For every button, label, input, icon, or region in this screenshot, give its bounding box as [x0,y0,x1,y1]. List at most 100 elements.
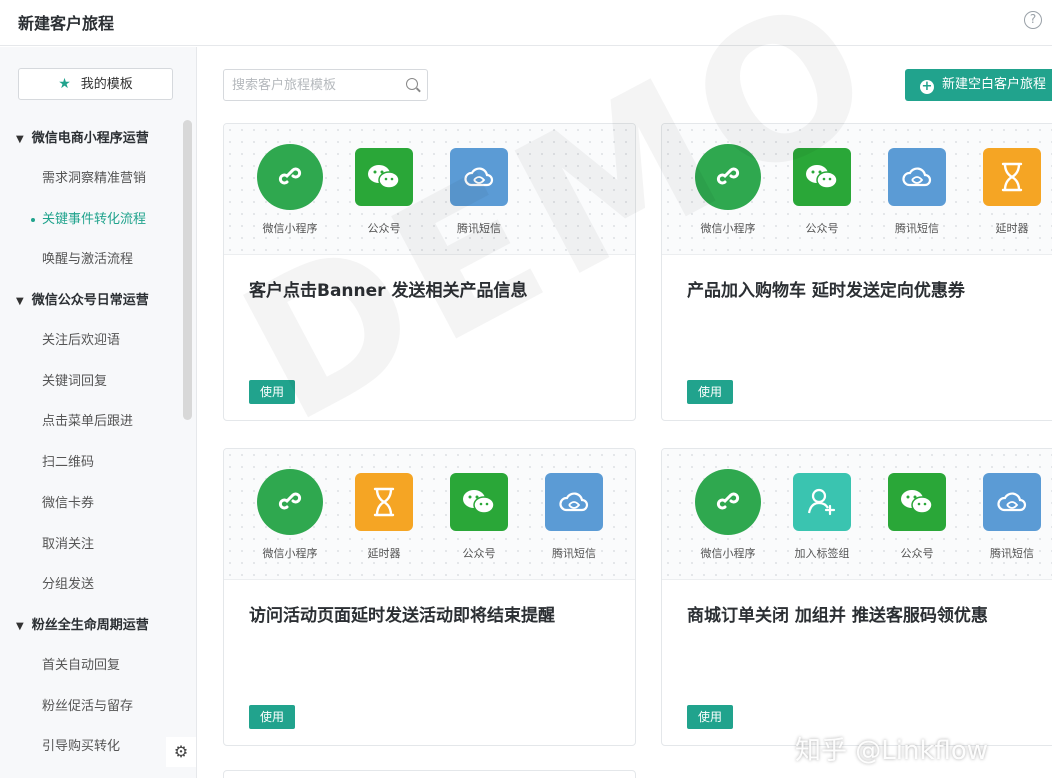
flow-node: 延时器 [344,473,424,561]
template-card[interactable]: 微信小程序 延时器 公众号 腾讯短信访问活动页面延时发送活动即将结束提醒使用 [223,448,636,746]
category-item[interactable]: 唤醒与激活流程 [0,240,180,281]
my-templates-label: 我的模板 [80,77,133,92]
my-templates-button[interactable]: ★ 我的模板 [18,68,173,100]
journey-flow-preview: 微信小程序 延时器 公众号 腾讯短信 [224,449,635,580]
flow-node-label: 延时器 [367,547,401,560]
flow-node-label: 公众号 [805,222,839,235]
journey-flow-preview: 微信小程序 公众号 腾讯短信 延时器 [662,124,1052,255]
hourglass-icon [355,473,413,531]
flow-node-label: 微信小程序 [262,547,318,560]
wechat-icon [450,473,508,531]
flow-node-label: 腾讯短信 [552,547,596,560]
flow-node: 公众号 [782,148,862,236]
use-template-button[interactable]: 使用 [687,380,733,404]
flow-node: 公众号 [344,148,424,236]
wechat-icon [888,473,946,531]
wechat-icon [793,148,851,206]
sidebar-scrollbar[interactable] [183,120,192,420]
category-group-ecommerce[interactable]: ▼ 微信电商小程序运营 [0,119,180,159]
new-button-label: 新建空白客户旅程 [942,77,1047,92]
category-item[interactable]: 首关自动回复 [0,646,180,687]
category-item[interactable]: 需求洞察精准营销 [0,159,180,200]
gear-icon[interactable]: ⚙ [166,737,196,767]
category-group-fan-lifecycle[interactable]: ▼ 粉丝全生命周期运营 [0,606,180,646]
card-title: 访问活动页面延时发送活动即将结束提醒 [249,606,555,626]
template-card[interactable]: 微信小程序 加入标签组 公众号 腾讯短信商城订单关闭 加组并 推送客服码领优惠使用 [661,448,1052,746]
template-card[interactable]: 微信小程序 公众号 腾讯短信 延时器产品加入购物车 延时发送定向优惠券使用 [661,123,1052,421]
flow-node: 微信小程序 [250,144,330,236]
flow-node: 腾讯短信 [972,473,1052,561]
hourglass-icon [983,148,1041,206]
flow-node-label: 公众号 [367,222,401,235]
cloud-sms-icon [450,148,508,206]
caret-down-icon: ▼ [16,296,24,308]
card-title: 商城订单关闭 加组并 推送客服码领优惠 [687,606,988,626]
mini-program-icon [257,144,323,210]
new-blank-journey-button[interactable]: + 新建空白客户旅程 [905,69,1052,101]
card-title: 产品加入购物车 延时发送定向优惠券 [687,281,965,301]
credit-watermark: 知乎 @Linkflow [795,736,989,766]
flow-node: 公众号 [877,473,957,561]
flow-node: 腾讯短信 [534,473,614,561]
mini-program-icon [695,469,761,535]
flow-node-label: 公众号 [900,547,934,560]
flow-node-label: 微信小程序 [700,547,756,560]
category-item[interactable]: 点击菜单后跟进 [0,402,180,443]
search-input[interactable] [224,70,394,100]
flow-node: 加入标签组 [782,473,862,561]
plus-circle-icon: + [920,79,934,94]
flow-node: 延时器 [972,148,1052,236]
use-template-button[interactable]: 使用 [249,705,295,729]
template-sidebar: ★ 我的模板 ▼ 微信电商小程序运营 需求洞察精准营销 关键事件转化流程 唤醒与激活… [0,47,197,778]
template-category-nav: ▼ 微信电商小程序运营 需求洞察精准营销 关键事件转化流程 唤醒与激活流程 ▼ 微信… [0,119,180,768]
flow-node-label: 延时器 [995,222,1029,235]
add-user-tag-icon [793,473,851,531]
flow-node: 腾讯短信 [439,148,519,236]
flow-node-label: 微信小程序 [262,222,318,235]
flow-node-label: 公众号 [462,547,496,560]
flow-node-label: 腾讯短信 [990,547,1034,560]
category-item[interactable]: 取消关注 [0,525,180,566]
category-group-official-account[interactable]: ▼ 微信公众号日常运营 [0,281,180,321]
category-group-title: 微信电商小程序运营 [31,131,149,146]
flow-node-label: 腾讯短信 [895,222,939,235]
journey-flow-preview: 微信小程序 公众号 腾讯短信 [224,124,635,255]
card-title: 客户点击Banner 发送相关产品信息 [249,281,528,301]
flow-node: 微信小程序 [688,469,768,561]
use-template-button[interactable]: 使用 [687,705,733,729]
mini-program-icon [695,144,761,210]
cloud-sms-icon [983,473,1041,531]
flow-node-label: 加入标签组 [794,547,850,560]
flow-node-label: 微信小程序 [700,222,756,235]
use-template-button[interactable]: 使用 [249,380,295,404]
cloud-sms-icon [888,148,946,206]
wechat-icon [355,148,413,206]
flow-node: 微信小程序 [250,469,330,561]
page-header: 新建客户旅程 ? [0,0,1052,46]
template-card[interactable]: 微信小程序 公众号 腾讯短信客户点击Banner 发送相关产品信息使用 [223,123,636,421]
flow-node-label: 腾讯短信 [457,222,501,235]
journey-flow-preview: 微信小程序 加入标签组 公众号 腾讯短信 [662,449,1052,580]
category-group-title: 粉丝全生命周期运营 [31,617,149,633]
search-icon[interactable] [406,78,418,90]
template-search [223,69,428,101]
category-item[interactable]: 粉丝促活与留存 [0,687,180,728]
category-item[interactable]: 扫二维码 [0,443,180,484]
caret-down-icon: ▼ [16,620,24,632]
cloud-sms-icon [545,473,603,531]
category-item[interactable]: 分组发送 [0,565,180,606]
flow-node: 公众号 [439,473,519,561]
flow-node: 微信小程序 [688,144,768,236]
category-item-active[interactable]: 关键事件转化流程 [0,200,180,241]
category-group-title: 微信公众号日常运营 [31,293,149,309]
category-item[interactable]: 关注后欢迎语 [0,321,180,362]
help-icon[interactable]: ? [1024,11,1042,29]
category-item[interactable]: 微信卡券 [0,484,180,525]
template-card-partial [223,770,636,778]
star-icon: ★ [58,76,71,92]
caret-down-icon: ▼ [16,134,24,145]
category-item[interactable]: 关键词回复 [0,362,180,403]
category-item[interactable]: 引导购买转化 [0,727,180,768]
flow-node: 腾讯短信 [877,148,957,236]
mini-program-icon [257,469,323,535]
